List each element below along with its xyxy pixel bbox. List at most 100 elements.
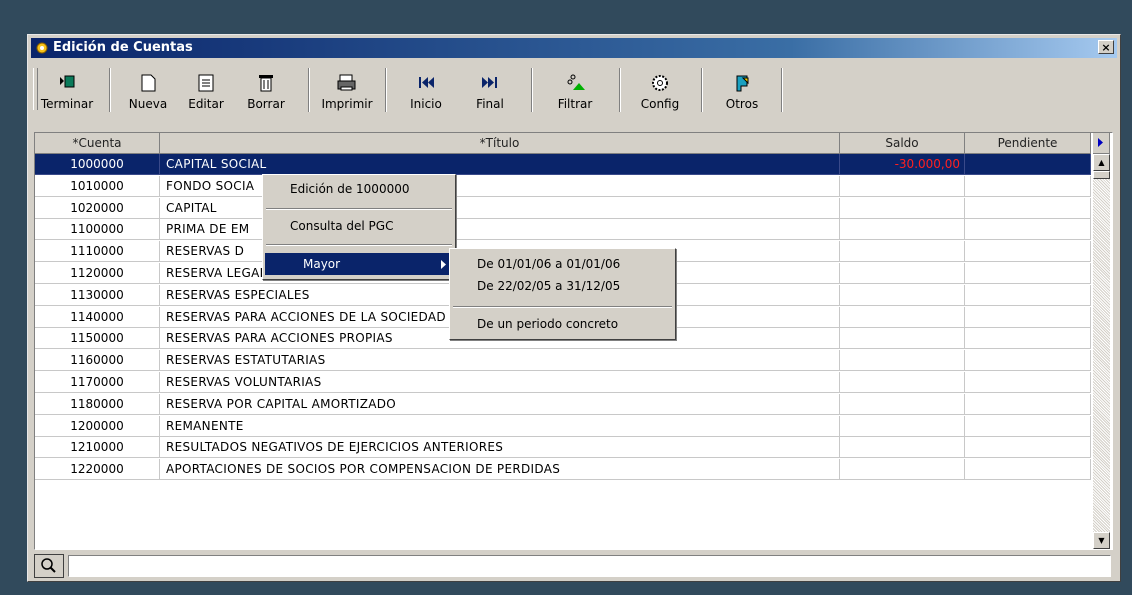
first-icon — [419, 77, 434, 88]
scroll-down-button[interactable]: ▼ — [1093, 532, 1110, 549]
arrow-right-icon — [1098, 138, 1103, 147]
cell-pendiente[interactable] — [965, 154, 1091, 175]
cell-cuenta[interactable]: 1220000 — [35, 459, 160, 481]
cell-pendiente[interactable] — [965, 219, 1091, 241]
cell-cuenta[interactable]: 1170000 — [35, 372, 160, 393]
submenu-item-periodo-2[interactable]: De 22/02/05 a 31/12/05 — [452, 275, 673, 297]
cell-cuenta[interactable]: 1180000 — [35, 393, 160, 415]
table-row[interactable]: 1220000 APORTACIONES DE SOCIOS POR COMPEN… — [35, 459, 1091, 481]
header-titulo[interactable]: *Título — [160, 133, 840, 154]
cell-saldo[interactable] — [840, 437, 965, 459]
cell-pendiente[interactable] — [965, 372, 1091, 393]
cell-saldo[interactable] — [840, 306, 965, 328]
cell-pendiente[interactable] — [965, 437, 1091, 459]
column-menu-button[interactable] — [1093, 133, 1110, 154]
accounts-grid[interactable]: *Cuenta *Título Saldo Pendiente 1000000 C… — [34, 132, 1113, 550]
vertical-scrollbar[interactable]: ▲ ▼ — [1093, 154, 1110, 549]
cell-titulo[interactable]: RESERVAS ESTATUTARIAS — [160, 350, 840, 372]
cell-saldo[interactable] — [840, 328, 965, 350]
cell-saldo[interactable] — [840, 284, 965, 306]
borrar-button[interactable]: Borrar — [239, 66, 293, 116]
cell-pendiente[interactable] — [965, 393, 1091, 415]
cell-cuenta[interactable]: 1020000 — [35, 197, 160, 219]
new-document-icon — [141, 74, 156, 92]
cell-cuenta[interactable]: 1160000 — [35, 350, 160, 372]
imprimir-label: Imprimir — [321, 97, 373, 111]
table-row[interactable]: 1010000 FONDO SOCIA — [35, 175, 1091, 197]
cell-cuenta[interactable]: 1140000 — [35, 306, 160, 328]
inicio-button[interactable]: Inicio — [401, 66, 451, 116]
scroll-up-button[interactable]: ▲ — [1093, 154, 1110, 171]
cell-pendiente[interactable] — [965, 241, 1091, 263]
submenu-item-periodo-concreto[interactable]: De un periodo concreto — [452, 313, 673, 335]
cell-saldo[interactable] — [840, 219, 965, 241]
cell-saldo[interactable] — [840, 393, 965, 415]
cell-titulo[interactable]: APORTACIONES DE SOCIOS POR COMPENSACION … — [160, 459, 840, 481]
table-row[interactable]: 1100000 PRIMA DE EM — [35, 219, 1091, 241]
cell-saldo[interactable] — [840, 241, 965, 263]
cell-saldo[interactable] — [840, 415, 965, 437]
scroll-thumb[interactable] — [1093, 171, 1110, 179]
final-button[interactable]: Final — [465, 66, 515, 116]
cell-cuenta[interactable]: 1000000 — [35, 154, 160, 175]
cell-pendiente[interactable] — [965, 350, 1091, 372]
cell-cuenta[interactable]: 1010000 — [35, 175, 160, 197]
search-input[interactable] — [68, 555, 1111, 577]
terminar-label: Terminar — [40, 97, 94, 111]
menu-item-edicion[interactable]: Edición de 1000000 — [265, 178, 453, 200]
cell-titulo[interactable]: RESERVAS VOLUNTARIAS — [160, 372, 840, 393]
menu-item-mayor[interactable]: Mayor — [265, 253, 453, 275]
header-cuenta[interactable]: *Cuenta — [35, 133, 160, 154]
terminar-button[interactable]: Terminar — [39, 66, 95, 116]
cell-cuenta[interactable]: 1130000 — [35, 284, 160, 306]
cell-titulo[interactable]: RESULTADOS NEGATIVOS DE EJERCICIOS ANTER… — [160, 437, 840, 459]
editar-button[interactable]: Editar — [181, 66, 231, 116]
cell-saldo[interactable] — [840, 372, 965, 393]
cell-saldo[interactable]: -30.000,00 — [840, 154, 965, 175]
table-row[interactable]: 1180000 RESERVA POR CAPITAL AMORTIZADO — [35, 393, 1091, 415]
cell-pendiente[interactable] — [965, 263, 1091, 284]
cell-saldo[interactable] — [840, 350, 965, 372]
cell-pendiente[interactable] — [965, 175, 1091, 197]
cell-pendiente[interactable] — [965, 197, 1091, 219]
header-saldo[interactable]: Saldo — [840, 133, 965, 154]
cell-cuenta[interactable]: 1100000 — [35, 219, 160, 241]
cell-cuenta[interactable]: 1210000 — [35, 437, 160, 459]
config-button[interactable]: Config — [633, 66, 687, 116]
cell-pendiente[interactable] — [965, 459, 1091, 481]
cell-pendiente[interactable] — [965, 284, 1091, 306]
menu-item-mayor-label: Mayor — [303, 257, 341, 271]
table-row[interactable]: 1000000 CAPITAL SOCIAL -30.000,00 — [35, 154, 1091, 175]
table-row[interactable]: 1170000 RESERVAS VOLUNTARIAS — [35, 372, 1091, 393]
menu-item-consulta-pgc[interactable]: Consulta del PGC — [265, 215, 453, 237]
cell-titulo[interactable]: RESERVA POR CAPITAL AMORTIZADO — [160, 393, 840, 415]
cell-saldo[interactable] — [840, 459, 965, 481]
cell-titulo[interactable]: REMANENTE — [160, 415, 840, 437]
cell-saldo[interactable] — [840, 197, 965, 219]
otros-button[interactable]: Otros — [717, 66, 767, 116]
cell-cuenta[interactable]: 1120000 — [35, 263, 160, 284]
filtrar-button[interactable]: Filtrar — [545, 66, 605, 116]
search-button[interactable] — [34, 554, 64, 578]
header-pendiente[interactable]: Pendiente — [965, 133, 1091, 154]
cell-cuenta[interactable]: 1200000 — [35, 415, 160, 437]
submenu-arrow-icon — [441, 260, 446, 269]
cell-saldo[interactable] — [840, 263, 965, 284]
table-row[interactable]: 1200000 REMANENTE — [35, 415, 1091, 437]
close-button[interactable]: × — [1098, 40, 1114, 54]
table-row[interactable]: 1210000 RESULTADOS NEGATIVOS DE EJERCICIO… — [35, 437, 1091, 459]
cell-cuenta[interactable]: 1110000 — [35, 241, 160, 263]
cell-pendiente[interactable] — [965, 306, 1091, 328]
nueva-button[interactable]: Nueva — [123, 66, 173, 116]
table-row[interactable]: 1020000 CAPITAL — [35, 197, 1091, 219]
cell-pendiente[interactable] — [965, 415, 1091, 437]
cell-titulo[interactable]: CAPITAL SOCIAL — [160, 154, 840, 175]
table-row[interactable]: 1160000 RESERVAS ESTATUTARIAS — [35, 350, 1091, 372]
submenu-item-periodo-1[interactable]: De 01/01/06 a 01/01/06 — [452, 253, 673, 275]
cell-cuenta[interactable]: 1150000 — [35, 328, 160, 350]
title-bar[interactable]: Edición de Cuentas × — [31, 38, 1117, 58]
cell-pendiente[interactable] — [965, 328, 1091, 350]
cell-saldo[interactable] — [840, 175, 965, 197]
inicio-label: Inicio — [410, 97, 442, 111]
imprimir-button[interactable]: Imprimir — [317, 66, 377, 116]
